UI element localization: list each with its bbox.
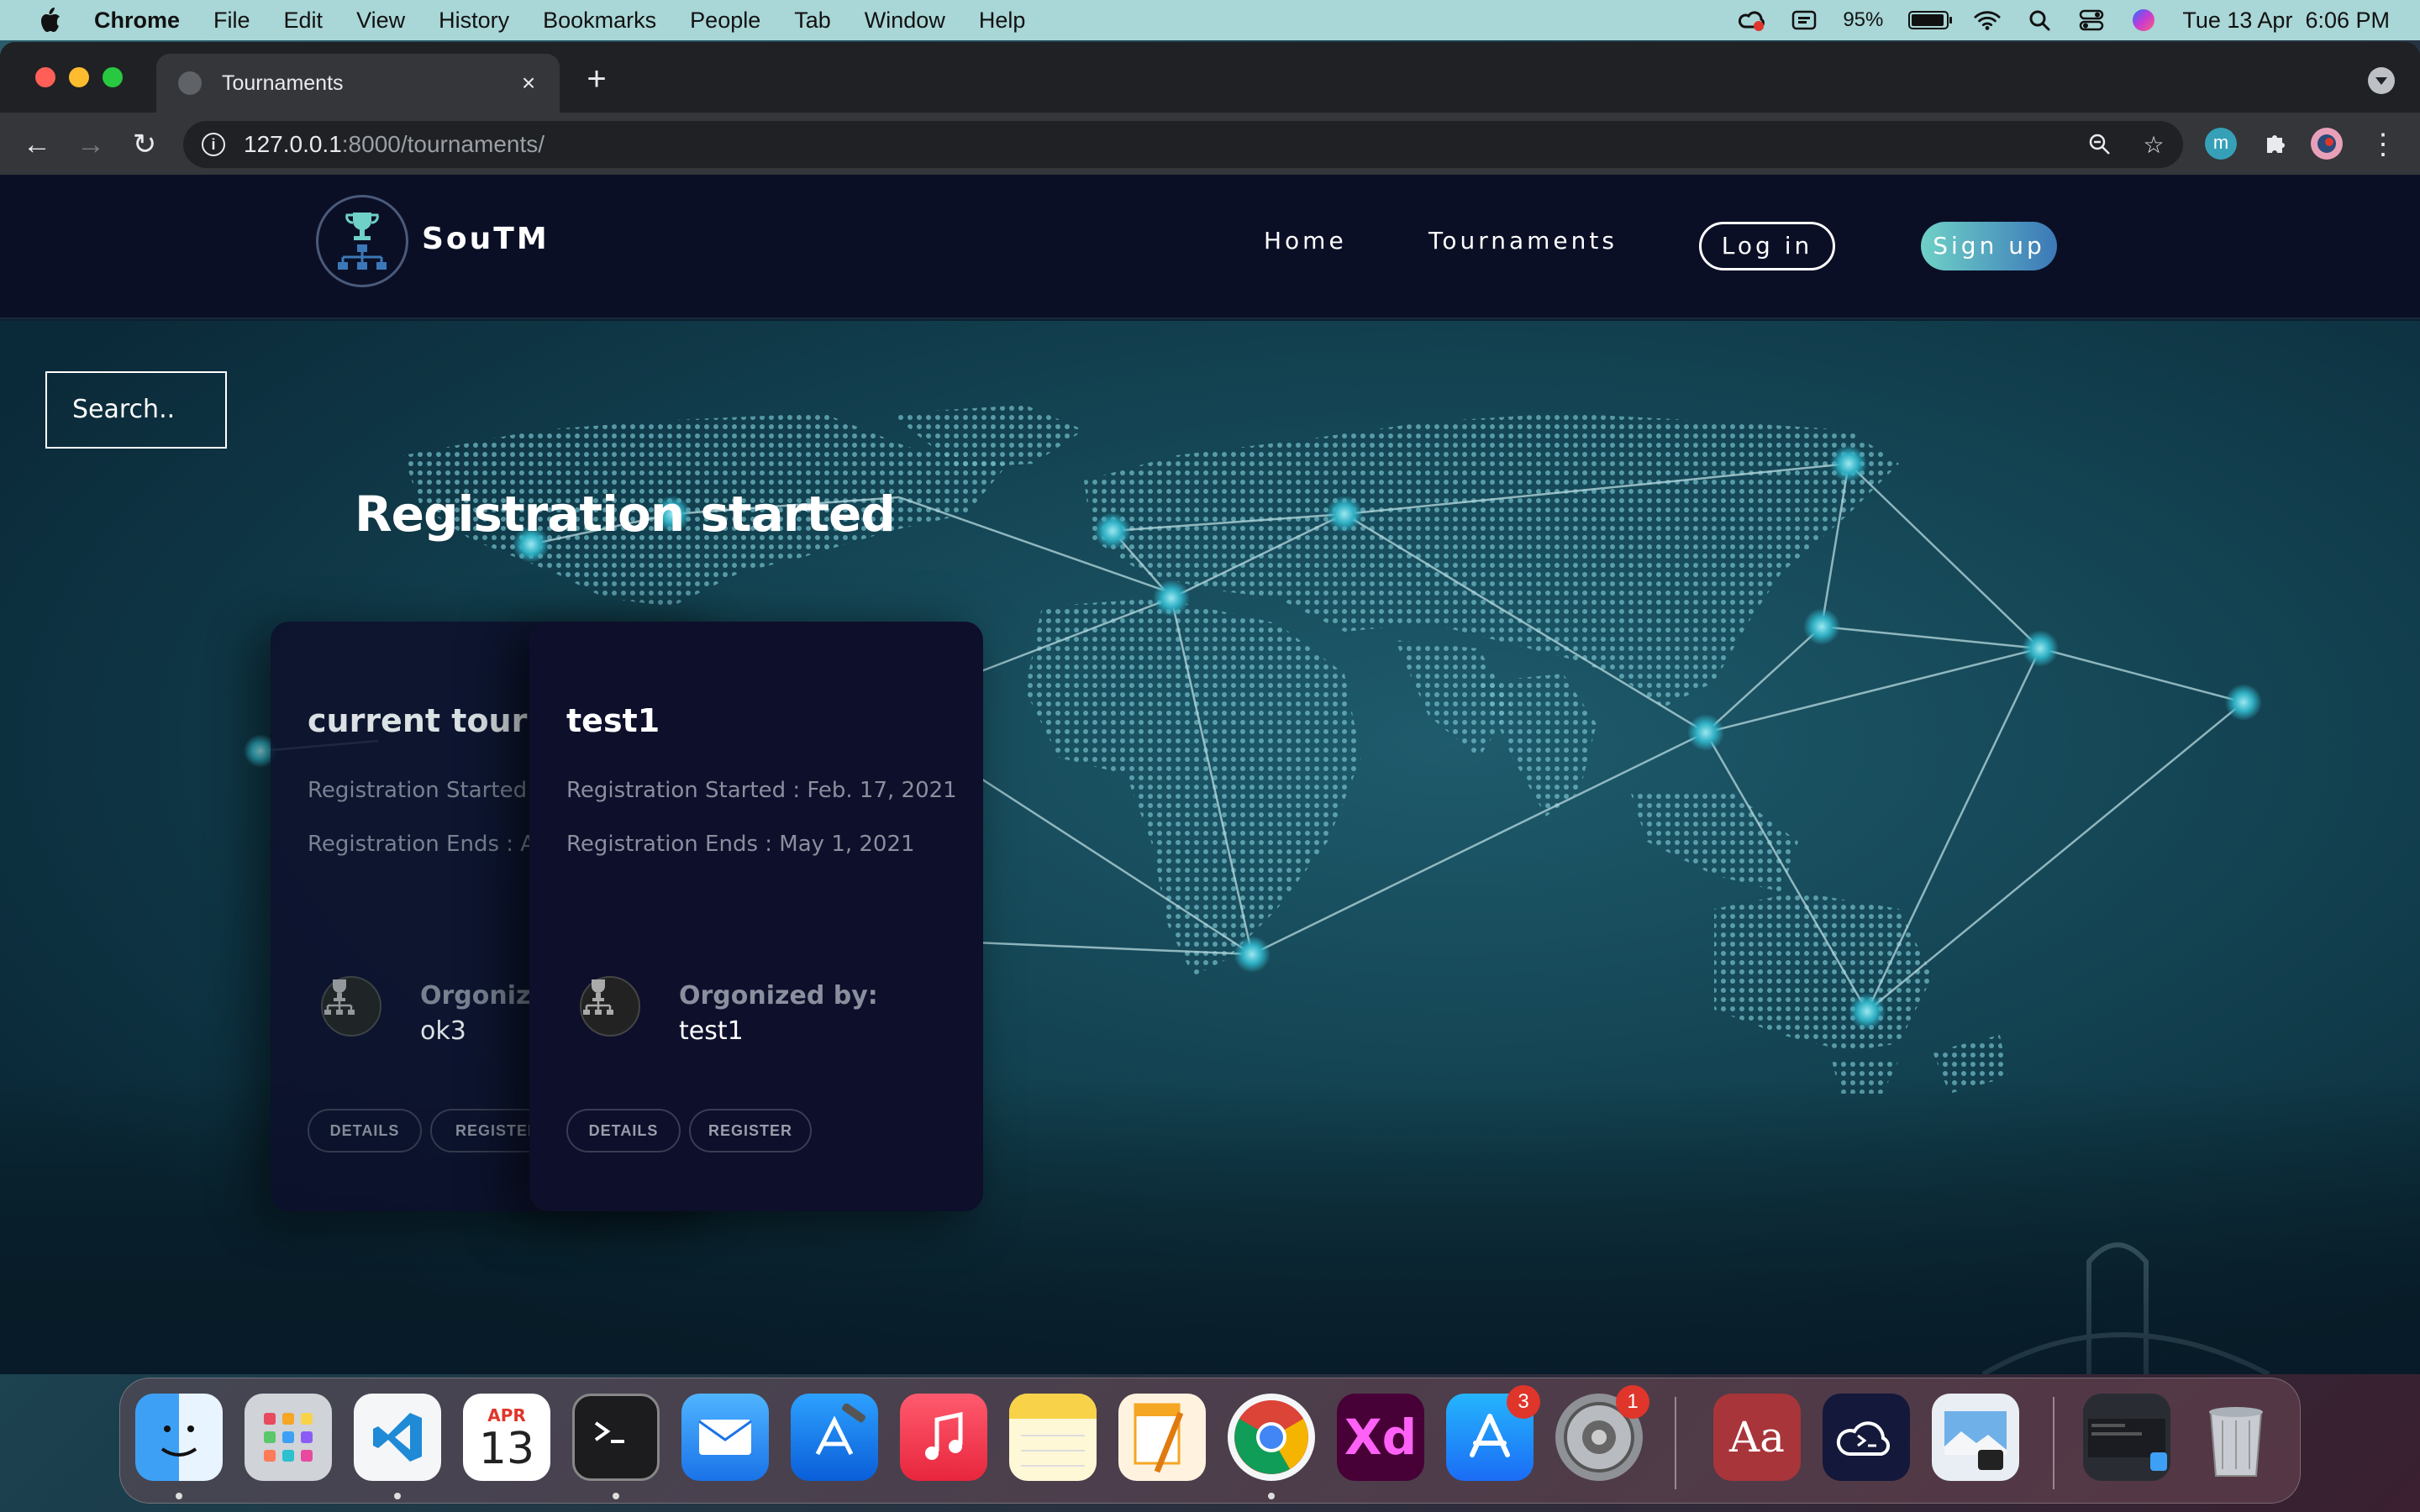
- bookmark-star-icon[interactable]: ☆: [2141, 133, 2166, 158]
- window-zoom-button[interactable]: [103, 67, 123, 87]
- music-icon[interactable]: [900, 1394, 987, 1481]
- spotlight-search-icon[interactable]: [2026, 7, 2053, 34]
- dock-separator: [2053, 1397, 2054, 1489]
- hero-world-map-section: Search.. Registration started current to…: [0, 321, 2420, 1374]
- organizer-avatar-icon: [321, 976, 381, 1037]
- login-button[interactable]: Log in: [1699, 222, 1835, 270]
- macos-menu-bar: Chrome File Edit View History Bookmarks …: [0, 0, 2420, 40]
- chrome-window: Tournaments × + ← → ↻ i 127.0.0.1:8000/t…: [0, 42, 2420, 1374]
- menu-edit[interactable]: Edit: [284, 8, 324, 34]
- site-info-icon[interactable]: i: [202, 133, 225, 156]
- creative-cloud-icon[interactable]: [1739, 7, 1765, 34]
- menu-tab[interactable]: Tab: [794, 8, 831, 34]
- battery-percentage: 95%: [1843, 8, 1884, 31]
- control-center-icon[interactable]: [2078, 7, 2105, 34]
- macos-dock: APR 13 Xd 3 1 Aa: [119, 1378, 2301, 1504]
- url-path: :8000/tournaments/: [341, 131, 545, 157]
- registration-ends-text: Registration Ends : May 1, 2021: [566, 832, 915, 857]
- back-arrow-icon[interactable]: ←: [22, 129, 52, 160]
- extension-m-icon[interactable]: m: [2205, 128, 2237, 160]
- cloud-terminal-icon[interactable]: [1823, 1394, 1910, 1481]
- window-minimize-button[interactable]: [69, 67, 89, 87]
- organizer-name: test1: [679, 1016, 744, 1046]
- details-button[interactable]: DETAILS: [308, 1109, 422, 1152]
- menubar-status-area: 95% Tue 13 Apr 6:06 PM: [1739, 0, 2390, 40]
- tab-strip: Tournaments × +: [0, 42, 2420, 113]
- app-store-badge: 3: [1507, 1385, 1540, 1419]
- dictionary-icon[interactable]: Aa: [1713, 1394, 1801, 1481]
- nav-home-link[interactable]: Home: [1264, 227, 1347, 255]
- calendar-icon[interactable]: APR 13: [463, 1394, 550, 1481]
- chrome-menu-kebab-icon[interactable]: ⋮: [2368, 129, 2398, 160]
- launchpad-icon[interactable]: [245, 1394, 332, 1481]
- section-title: Registration started: [355, 486, 896, 543]
- siri-icon[interactable]: [2130, 7, 2157, 34]
- menu-bookmarks[interactable]: Bookmarks: [543, 8, 656, 34]
- page-viewport: SouTM Home Tournaments Log in Sign up Se…: [0, 175, 2420, 1374]
- url-host: 127.0.0.1: [244, 131, 342, 157]
- menu-file[interactable]: File: [213, 8, 250, 34]
- menu-people[interactable]: People: [690, 8, 760, 34]
- menu-history[interactable]: History: [439, 8, 509, 34]
- extensions-puzzle-icon[interactable]: [2259, 128, 2291, 160]
- recent-window-thumbnail-icon[interactable]: [2083, 1394, 2170, 1481]
- vscode-icon[interactable]: [354, 1394, 441, 1481]
- wifi-icon[interactable]: [1974, 7, 2001, 34]
- menubar-clock[interactable]: Tue 13 Apr 6:06 PM: [2182, 8, 2390, 34]
- site-header: SouTM Home Tournaments Log in Sign up: [0, 175, 2420, 319]
- menu-window[interactable]: Window: [865, 8, 945, 34]
- organizer-name: ok3: [420, 1016, 466, 1046]
- apple-icon[interactable]: [35, 6, 64, 34]
- signup-button[interactable]: Sign up: [1921, 222, 2057, 270]
- keyboard-input-icon[interactable]: [1791, 7, 1818, 34]
- menu-help[interactable]: Help: [979, 8, 1026, 34]
- pages-icon[interactable]: [1118, 1394, 1206, 1481]
- tab-title: Tournaments: [222, 71, 344, 95]
- organizer-avatar-icon: [580, 976, 640, 1037]
- menu-app-name[interactable]: Chrome: [94, 8, 180, 34]
- finder-icon[interactable]: [135, 1394, 223, 1481]
- tab-search-icon[interactable]: [2368, 67, 2395, 94]
- battery-icon[interactable]: [1908, 11, 1953, 29]
- globe-favicon-icon: [178, 71, 202, 95]
- tab-close-icon[interactable]: ×: [518, 71, 539, 95]
- registration-started-text: Registration Started :: [308, 778, 542, 803]
- profile-avatar-icon[interactable]: [2311, 128, 2343, 160]
- calendar-month: APR: [487, 1405, 526, 1425]
- zoom-magnifier-icon[interactable]: [2087, 133, 2112, 158]
- register-button[interactable]: REGISTER: [689, 1109, 812, 1152]
- tournament-card: test1 Registration Started : Feb. 17, 20…: [529, 622, 983, 1211]
- mail-icon[interactable]: [681, 1394, 769, 1481]
- registration-started-text: Registration Started : Feb. 17, 2021: [566, 778, 957, 803]
- notes-icon[interactable]: [1009, 1394, 1097, 1481]
- adobe-xd-icon[interactable]: Xd: [1337, 1394, 1424, 1481]
- tab-tournaments[interactable]: Tournaments ×: [156, 54, 560, 113]
- dock-separator: [1675, 1397, 1676, 1489]
- address-bar[interactable]: i 127.0.0.1:8000/tournaments/ ☆: [183, 121, 2183, 168]
- trophy-bracket-logo-icon[interactable]: [316, 195, 408, 287]
- preview-icon[interactable]: [1932, 1394, 2019, 1481]
- new-tab-button[interactable]: +: [580, 62, 613, 96]
- terminal-icon[interactable]: [572, 1394, 660, 1481]
- tournament-title[interactable]: test1: [566, 702, 660, 739]
- registration-ends-text: Registration Ends : Au: [308, 832, 550, 857]
- menu-view[interactable]: View: [356, 8, 405, 34]
- details-button[interactable]: DETAILS: [566, 1109, 681, 1152]
- reload-icon[interactable]: ↻: [129, 129, 160, 160]
- organized-by-label: Orgonized by:: [679, 981, 878, 1011]
- xcode-icon[interactable]: [791, 1394, 878, 1481]
- window-close-button[interactable]: [35, 67, 55, 87]
- calendar-day: 13: [478, 1424, 535, 1474]
- trash-icon[interactable]: [2192, 1394, 2280, 1481]
- site-brand[interactable]: SouTM: [422, 222, 550, 256]
- system-preferences-badge: 1: [1616, 1385, 1649, 1419]
- forward-arrow-icon[interactable]: →: [76, 129, 106, 160]
- browser-toolbar: ← → ↻ i 127.0.0.1:8000/tournaments/ ☆ m …: [0, 113, 2420, 175]
- search-input[interactable]: Search..: [45, 371, 227, 449]
- nav-tournaments-link[interactable]: Tournaments: [1428, 227, 1618, 255]
- google-chrome-icon[interactable]: [1228, 1394, 1315, 1481]
